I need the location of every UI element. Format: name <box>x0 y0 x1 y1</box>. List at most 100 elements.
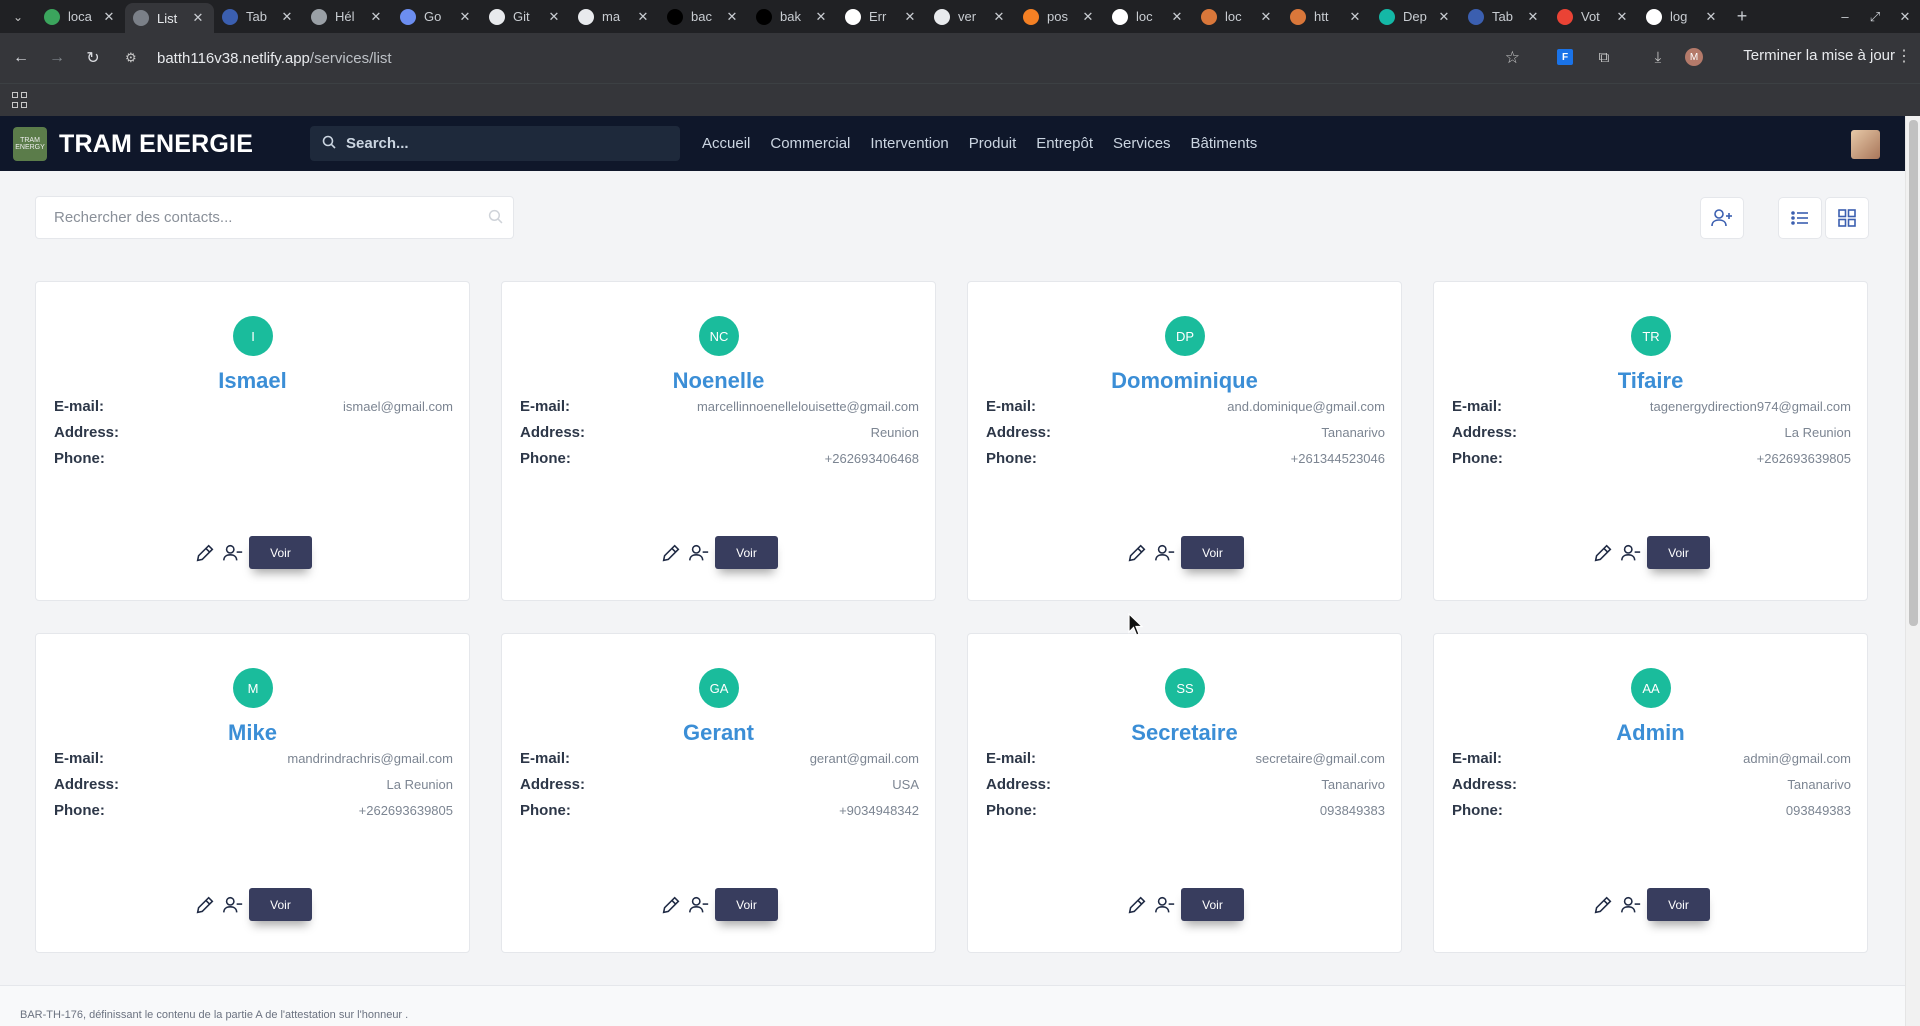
close-tab-icon[interactable]: ✕ <box>1703 9 1719 25</box>
close-tab-icon[interactable]: ✕ <box>368 9 384 25</box>
contact-name[interactable]: Ismael <box>36 368 469 394</box>
contact-name[interactable]: Secretaire <box>968 720 1401 746</box>
page-scrollbar[interactable] <box>1905 116 1920 1026</box>
edit-icon[interactable] <box>660 542 682 564</box>
remove-user-icon[interactable] <box>1620 542 1642 564</box>
close-tab-icon[interactable]: ✕ <box>724 9 740 25</box>
list-view-button[interactable] <box>1778 197 1822 239</box>
nav-link[interactable]: Bâtiments <box>1191 135 1258 152</box>
grid-view-button[interactable] <box>1825 197 1869 239</box>
voir-button[interactable]: Voir <box>1181 888 1244 921</box>
close-tab-icon[interactable]: ✕ <box>813 9 829 25</box>
edit-icon[interactable] <box>194 542 216 564</box>
close-tab-icon[interactable]: ✕ <box>1525 9 1541 25</box>
update-button[interactable]: Terminer la mise à jour <box>1743 47 1895 64</box>
add-contact-button[interactable] <box>1700 197 1744 239</box>
browser-tab[interactable]: Go ✕ <box>392 0 481 33</box>
edit-icon[interactable] <box>1592 894 1614 916</box>
browser-tab[interactable]: loc ✕ <box>1104 0 1193 33</box>
voir-button[interactable]: Voir <box>249 888 312 921</box>
browser-tab[interactable]: Dep ✕ <box>1371 0 1460 33</box>
nav-link[interactable]: Services <box>1113 135 1171 152</box>
user-avatar[interactable] <box>1851 130 1880 159</box>
close-tab-icon[interactable]: ✕ <box>101 9 117 25</box>
close-tab-icon[interactable]: ✕ <box>457 9 473 25</box>
close-window-icon[interactable]: ✕ <box>1890 9 1920 25</box>
close-tab-icon[interactable]: ✕ <box>1169 9 1185 25</box>
voir-button[interactable]: Voir <box>1647 888 1710 921</box>
remove-user-icon[interactable] <box>1620 894 1642 916</box>
browser-tab[interactable]: log ✕ <box>1638 0 1727 33</box>
edit-icon[interactable] <box>1592 542 1614 564</box>
close-tab-icon[interactable]: ✕ <box>1347 9 1363 25</box>
remove-user-icon[interactable] <box>222 894 244 916</box>
remove-user-icon[interactable] <box>688 542 710 564</box>
contact-search-input[interactable] <box>54 209 474 226</box>
nav-link[interactable]: Produit <box>969 135 1017 152</box>
browser-tab[interactable]: ver ✕ <box>926 0 1015 33</box>
close-tab-icon[interactable]: ✕ <box>991 9 1007 25</box>
browser-tab[interactable]: pos ✕ <box>1015 0 1104 33</box>
close-tab-icon[interactable]: ✕ <box>1080 9 1096 25</box>
close-tab-icon[interactable]: ✕ <box>279 9 295 25</box>
close-tab-icon[interactable]: ✕ <box>1436 9 1452 25</box>
profile-avatar[interactable]: M <box>1680 42 1708 72</box>
nav-link[interactable]: Intervention <box>870 135 948 152</box>
browser-tab[interactable]: loc ✕ <box>1193 0 1282 33</box>
browser-tab[interactable]: Hél ✕ <box>303 0 392 33</box>
downloads-icon[interactable]: ⤓ <box>1644 42 1672 72</box>
global-search-input[interactable] <box>346 135 646 152</box>
close-tab-icon[interactable]: ✕ <box>1614 9 1630 25</box>
close-tab-icon[interactable]: ✕ <box>635 9 651 25</box>
contact-name[interactable]: Tifaire <box>1434 368 1867 394</box>
voir-button[interactable]: Voir <box>1181 536 1244 569</box>
voir-button[interactable]: Voir <box>1647 536 1710 569</box>
extension-icon[interactable]: F <box>1551 42 1579 72</box>
browser-tab[interactable]: htt ✕ <box>1282 0 1371 33</box>
browser-menu-icon[interactable]: ⋮ <box>1896 46 1912 66</box>
browser-tab[interactable]: loca ✕ <box>36 0 125 33</box>
voir-button[interactable]: Voir <box>249 536 312 569</box>
remove-user-icon[interactable] <box>222 542 244 564</box>
bookmark-star-icon[interactable]: ☆ <box>1505 48 1520 68</box>
address-bar[interactable]: ⚙ batth116v38.netlify.app/services/list … <box>125 41 1520 75</box>
apps-grid-icon[interactable] <box>12 92 28 108</box>
close-tab-icon[interactable]: ✕ <box>902 9 918 25</box>
forward-icon[interactable]: → <box>42 43 72 73</box>
nav-link[interactable]: Commercial <box>770 135 850 152</box>
restore-icon[interactable]: ⤢ <box>1860 9 1890 25</box>
nav-link[interactable]: Accueil <box>702 135 750 152</box>
edit-icon[interactable] <box>1126 894 1148 916</box>
browser-tab[interactable]: Git ✕ <box>481 0 570 33</box>
app-logo[interactable]: TRAM ENERGY <box>13 127 47 161</box>
voir-button[interactable]: Voir <box>715 888 778 921</box>
close-tab-icon[interactable]: ✕ <box>546 9 562 25</box>
edit-icon[interactable] <box>660 894 682 916</box>
edit-icon[interactable] <box>1126 542 1148 564</box>
remove-user-icon[interactable] <box>1154 894 1176 916</box>
site-info-icon[interactable]: ⚙ <box>125 50 143 66</box>
contact-name[interactable]: Noenelle <box>502 368 935 394</box>
contact-name[interactable]: Domominique <box>968 368 1401 394</box>
contact-name[interactable]: Mike <box>36 720 469 746</box>
browser-tab[interactable]: Err ✕ <box>837 0 926 33</box>
contact-name[interactable]: Admin <box>1434 720 1867 746</box>
browser-tab[interactable]: ma ✕ <box>570 0 659 33</box>
remove-user-icon[interactable] <box>688 894 710 916</box>
browser-tab[interactable]: Tab ✕ <box>214 0 303 33</box>
edit-icon[interactable] <box>194 894 216 916</box>
nav-link[interactable]: Entrepôt <box>1036 135 1093 152</box>
browser-tab[interactable]: Tab ✕ <box>1460 0 1549 33</box>
extensions-puzzle-icon[interactable]: ⧉ <box>1590 42 1618 72</box>
contact-name[interactable]: Gerant <box>502 720 935 746</box>
browser-tab[interactable]: Vot ✕ <box>1549 0 1638 33</box>
close-tab-icon[interactable]: ✕ <box>1258 9 1274 25</box>
browser-tab[interactable]: bak ✕ <box>748 0 837 33</box>
minimize-icon[interactable]: – <box>1830 9 1860 24</box>
close-tab-icon[interactable]: ✕ <box>190 10 206 26</box>
browser-tab[interactable]: bac ✕ <box>659 0 748 33</box>
app-brand[interactable]: TRAM ENERGIE <box>59 130 253 159</box>
back-icon[interactable]: ← <box>6 43 36 73</box>
remove-user-icon[interactable] <box>1154 542 1176 564</box>
scrollbar-thumb[interactable] <box>1909 120 1918 626</box>
